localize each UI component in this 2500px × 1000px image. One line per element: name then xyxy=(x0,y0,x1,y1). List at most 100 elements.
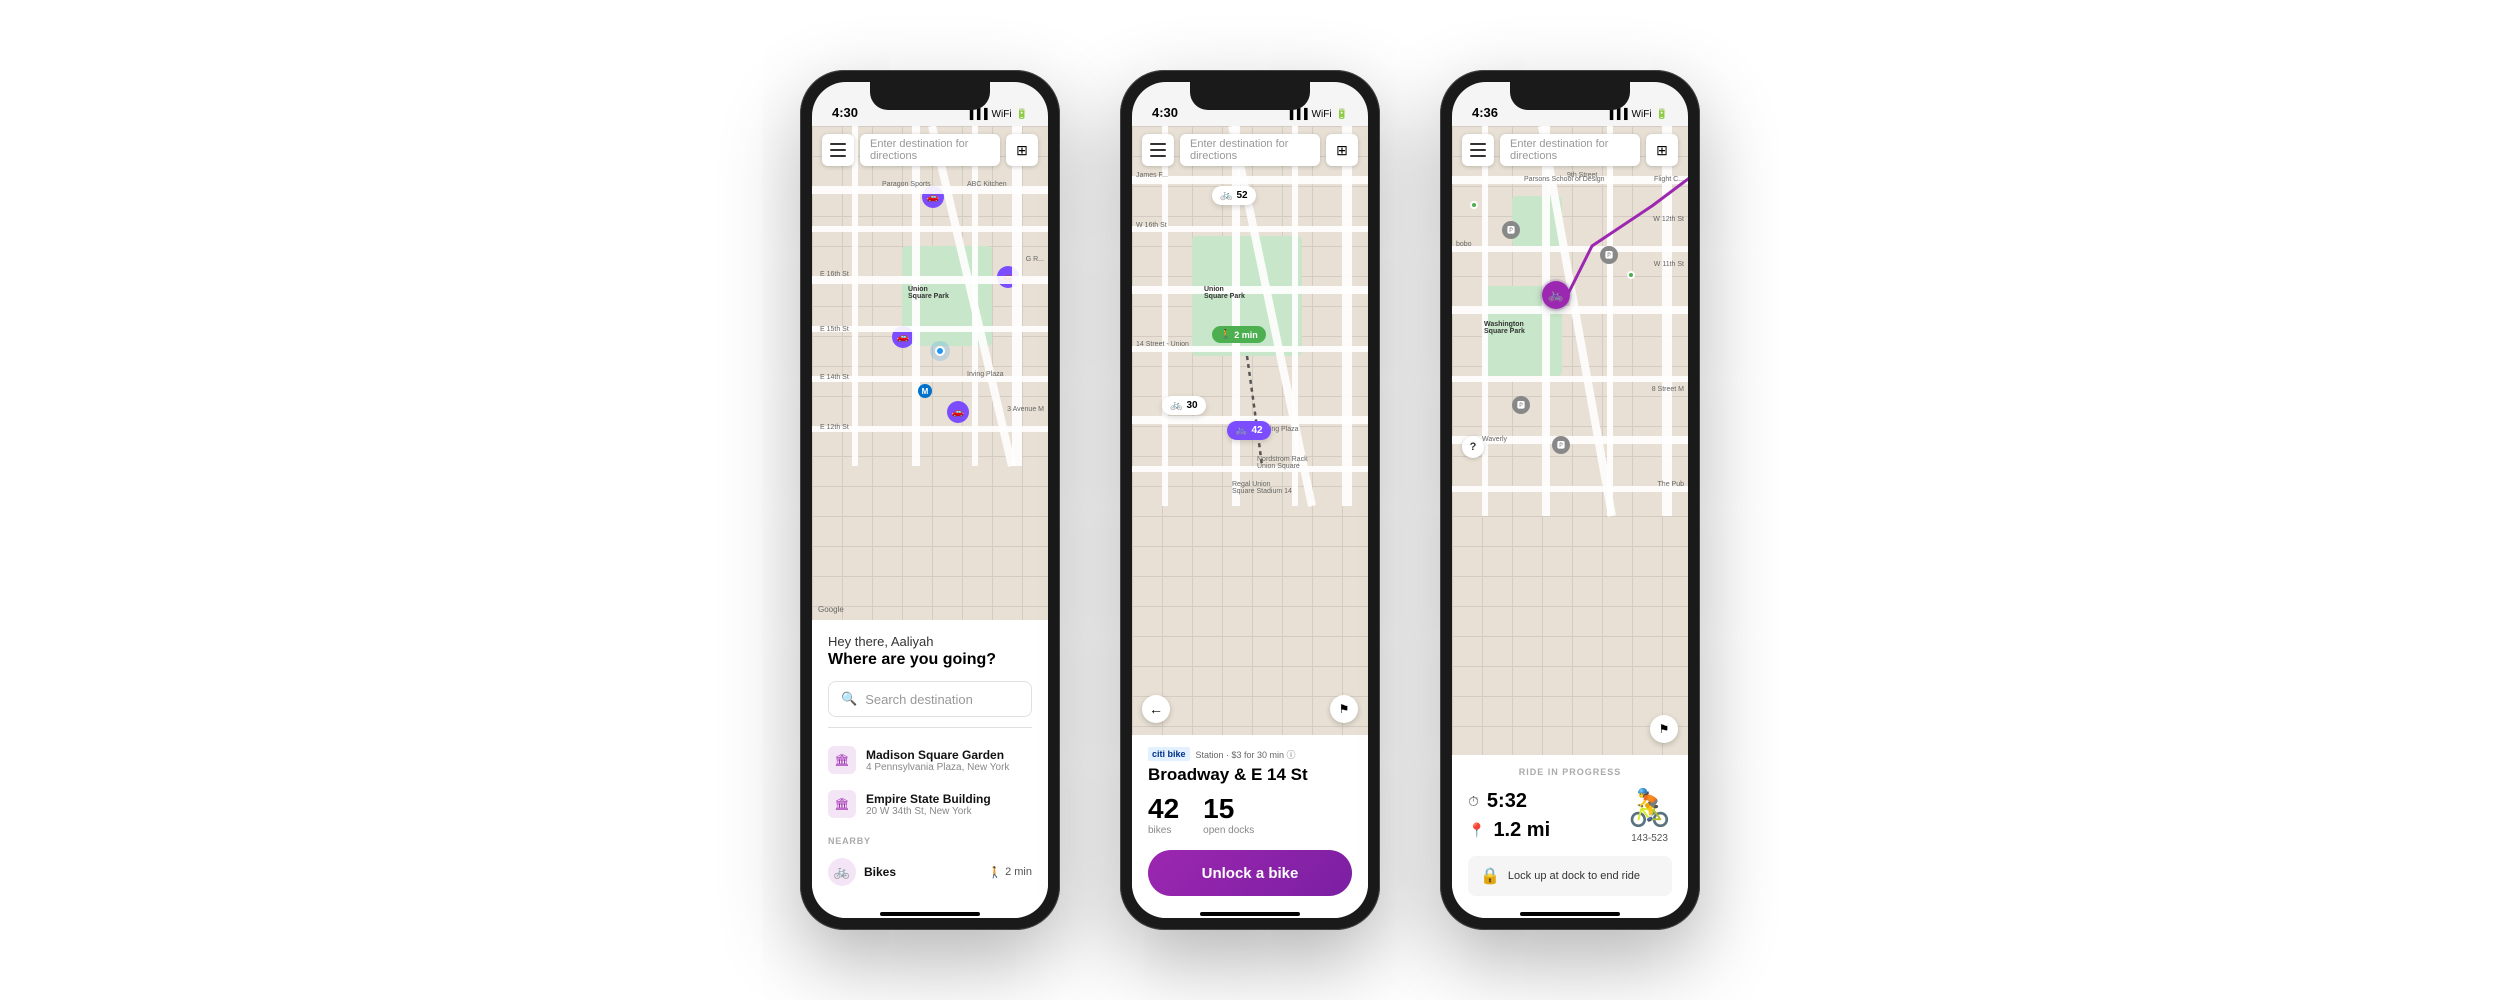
map-label-bobo: bobo xyxy=(1456,241,1472,248)
location-pin-icon: 📍 xyxy=(1468,822,1485,839)
clock-icon: ⏱ xyxy=(1468,793,1479,810)
menu-line xyxy=(1150,149,1166,151)
nearby-item-bikes[interactable]: 🚲 Bikes 🚶 2 min xyxy=(828,852,1032,892)
bike-icon-circle: 🚲 xyxy=(828,858,856,886)
nearby-label: NEARBY xyxy=(828,836,1032,846)
map-label-11th: W 11th St xyxy=(1654,261,1684,268)
green-dot-1 xyxy=(1470,201,1478,209)
map-label-waverly: Waverly xyxy=(1482,436,1507,443)
bikes-count: 42 xyxy=(1148,795,1179,823)
destination-search-1[interactable]: 🔍 Search destination xyxy=(828,681,1032,717)
lock-notice: 🔒 Lock up at dock to end ride xyxy=(1468,856,1672,896)
menu-line xyxy=(1470,149,1486,151)
station-panel: citi bike Station · $3 for 30 min ⓘ Broa… xyxy=(1132,735,1368,912)
time-bubble-2min: 🚶 2 min xyxy=(1212,326,1266,343)
map-back-button-2[interactable]: ← xyxy=(1142,695,1170,723)
map-label-union-sq-2: UnionSquare Park xyxy=(1204,286,1245,300)
map-label-e14: E 14th St xyxy=(820,374,849,381)
phone-1: 4:30 ▐▐▐ WiFi 🔋 xyxy=(800,70,1060,930)
station-bubble-52[interactable]: 🚲 52 xyxy=(1212,186,1256,205)
map-label-w16: W 16th St xyxy=(1136,222,1167,229)
location-item-msg[interactable]: 🏛 Madison Square Garden 4 Pennsylvania P… xyxy=(828,738,1032,782)
phones-container: 4:30 ▐▐▐ WiFi 🔋 xyxy=(800,70,1700,930)
menu-line xyxy=(1150,143,1166,145)
map-label-g: G R... xyxy=(1026,256,1044,263)
phone-3: 4:36 ▐▐▐ WiFi 🔋 xyxy=(1440,70,1700,930)
station-marker-1[interactable]: 🅿 xyxy=(1502,221,1520,239)
bikes-label: bikes xyxy=(1148,825,1171,836)
map-flag-button-2[interactable]: ⚑ xyxy=(1330,695,1358,723)
station-header: citi bike Station · $3 for 30 min ⓘ xyxy=(1148,747,1352,761)
ride-time-value: 5:32 xyxy=(1487,790,1527,813)
map-label-paragon: Paragon Sports xyxy=(882,181,931,188)
map-search-input-3[interactable]: Enter destination for directions xyxy=(1500,134,1640,166)
location-icon-esb: 🏛 xyxy=(828,790,856,818)
google-watermark: Google xyxy=(818,605,844,614)
ride-time-stat: ⏱ 5:32 xyxy=(1468,790,1550,813)
map-question-button-3[interactable]: ? xyxy=(1462,436,1484,458)
notch-2 xyxy=(1190,82,1310,110)
bike-illustration: 🚴 xyxy=(1627,787,1672,829)
menu-line xyxy=(830,143,846,145)
map-area-2[interactable]: UnionSquare Park James F... W 16th St 14… xyxy=(1132,126,1368,735)
roads-svg-1 xyxy=(812,126,1048,620)
ride-distance-value: 1.2 mi xyxy=(1493,819,1550,842)
station-marker-3[interactable]: 🅿 xyxy=(1512,396,1530,414)
map-flag-button-3[interactable]: ⚑ xyxy=(1650,715,1678,743)
map-search-bar-3: Enter destination for directions ⊞ xyxy=(1462,134,1678,166)
home-bar-2 xyxy=(1200,912,1300,916)
station-stats: 42 bikes 15 open docks xyxy=(1148,795,1352,836)
green-dot-2 xyxy=(1627,271,1635,279)
map-label-abc: ABC Kitchen xyxy=(967,181,1007,188)
location-icon-msg: 🏛 xyxy=(828,746,856,774)
map-label-union-sq: UnionSquare Park xyxy=(908,286,949,300)
map-search-bar-1: Enter destination for directions ⊞ xyxy=(822,134,1038,166)
citi-logo: citi bike xyxy=(1148,747,1190,761)
menu-line xyxy=(830,149,846,151)
ride-in-progress-label: RIDE IN PROGRESS xyxy=(1468,767,1672,777)
map-area-3[interactable]: WashingtonSquare Park 9th Street W 12th … xyxy=(1452,126,1688,755)
map-label-3ave: 3 Avenue M xyxy=(1007,406,1044,413)
map-label-wash-sq: WashingtonSquare Park xyxy=(1484,321,1525,335)
current-location-1 xyxy=(930,341,950,361)
map-label-e15: E 15th St xyxy=(820,326,849,333)
ride-stats: ⏱ 5:32 📍 1.2 mi 🚴 143-523 xyxy=(1468,787,1672,844)
status-icons-3: ▐▐▐ WiFi 🔋 xyxy=(1606,109,1668,120)
notch-3 xyxy=(1510,82,1630,110)
menu-line xyxy=(1470,143,1486,145)
docks-count: 15 xyxy=(1203,795,1234,823)
menu-button-2[interactable] xyxy=(1142,134,1174,166)
metro-marker: M xyxy=(918,384,932,398)
map-search-input-2[interactable]: Enter destination for directions xyxy=(1180,134,1320,166)
map-search-input-1[interactable]: Enter destination for directions xyxy=(860,134,1000,166)
home-indicator-1 xyxy=(812,912,1048,918)
map-label-e12: E 12th St xyxy=(820,424,849,431)
station-meta: Station · $3 for 30 min ⓘ xyxy=(1196,748,1296,761)
qr-button-2[interactable]: ⊞ xyxy=(1326,134,1358,166)
qr-button-3[interactable]: ⊞ xyxy=(1646,134,1678,166)
station-marker-2[interactable]: 🅿 xyxy=(1600,246,1618,264)
bike-number: 143-523 xyxy=(1631,833,1668,844)
station-bubble-42-selected[interactable]: 🚲 42 xyxy=(1227,421,1271,440)
map-label-james: James F... xyxy=(1136,172,1168,179)
map-search-bar-2: Enter destination for directions ⊞ xyxy=(1142,134,1358,166)
menu-button-3[interactable] xyxy=(1462,134,1494,166)
station-marker-4[interactable]: 🅿 xyxy=(1552,436,1570,454)
nearby-bikes-label: Bikes xyxy=(864,865,896,879)
ride-panel: RIDE IN PROGRESS ⏱ 5:32 📍 1.2 mi 🚴 xyxy=(1452,755,1688,912)
qr-button-1[interactable]: ⊞ xyxy=(1006,134,1038,166)
menu-button-1[interactable] xyxy=(822,134,854,166)
map-label-e16: E 16th St xyxy=(820,271,849,278)
station-bubble-30[interactable]: 🚲 30 xyxy=(1162,396,1206,415)
location-addr-1: 4 Pennsylvania Plaza, New York xyxy=(866,762,1032,773)
map-area-1[interactable]: UnionSquare Park E 16th St E 15th St E 1… xyxy=(812,126,1048,620)
unlock-bike-button[interactable]: Unlock a bike xyxy=(1148,850,1352,896)
dock-icon: 🔒 xyxy=(1480,866,1500,886)
menu-line xyxy=(1150,155,1166,157)
location-item-esb[interactable]: 🏛 Empire State Building 20 W 34th St, Ne… xyxy=(828,782,1032,826)
status-time-2: 4:30 xyxy=(1152,105,1178,120)
map-label-flight: Flight C... xyxy=(1654,176,1684,183)
map-label-nordstrom: Nordstrom RackUnion Square xyxy=(1257,456,1308,470)
home-indicator-3 xyxy=(1452,912,1688,918)
map-label-pub: The Pub xyxy=(1658,481,1684,488)
